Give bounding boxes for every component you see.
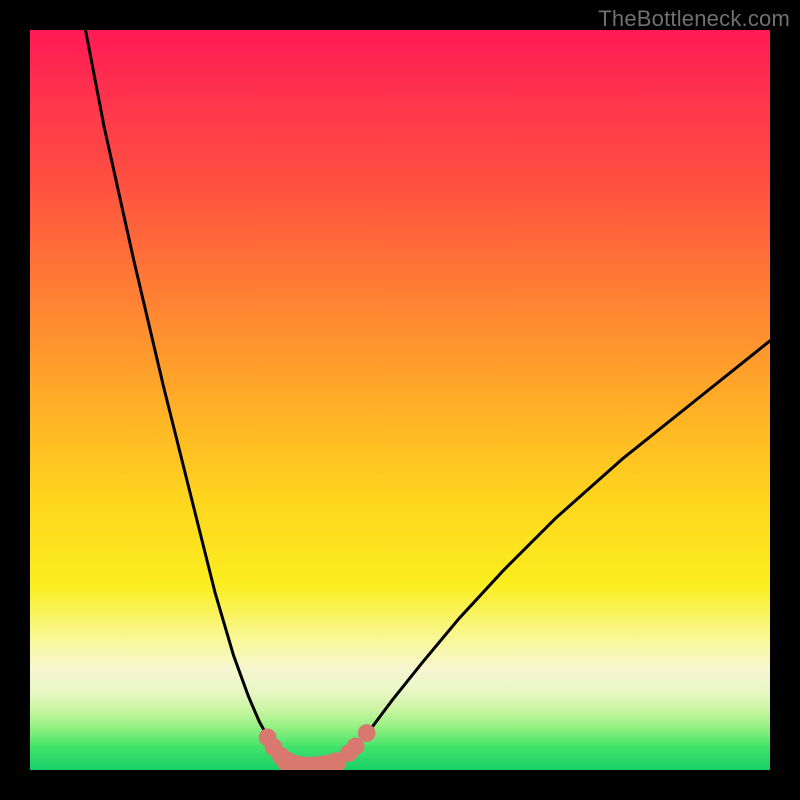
curve-layer [86, 30, 771, 767]
plot-area [30, 30, 770, 770]
marker-layer [259, 724, 376, 770]
data-marker [358, 724, 376, 742]
chart-frame: TheBottleneck.com [0, 0, 800, 800]
chart-svg [30, 30, 770, 770]
watermark: TheBottleneck.com [598, 6, 790, 32]
bottleneck-curve [86, 30, 771, 767]
